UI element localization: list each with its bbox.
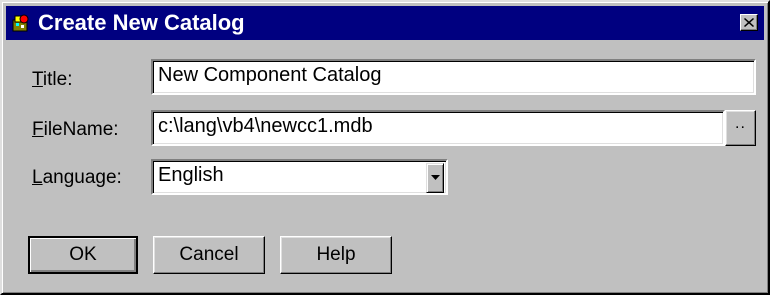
language-dropdown-button[interactable] — [426, 163, 444, 193]
catalog-app-icon — [10, 12, 32, 34]
window-title: Create New Catalog — [38, 10, 245, 35]
title-bar[interactable]: Create New Catalog — [6, 6, 764, 40]
title-input-value: New Component Catalog — [158, 64, 382, 86]
language-label: Language: — [32, 167, 122, 188]
help-button-label: Help — [316, 244, 356, 265]
cancel-button-label: Cancel — [179, 244, 239, 265]
down-arrow-icon — [431, 175, 440, 180]
cancel-button[interactable]: Cancel — [153, 236, 265, 274]
close-icon — [744, 18, 754, 27]
filename-label: FileName: — [32, 119, 119, 140]
filename-input[interactable]: c:\lang\vb4\newcc1.mdb — [151, 110, 725, 146]
filename-input-value: c:\lang\vb4\newcc1.mdb — [158, 115, 373, 137]
ok-button-label: OK — [69, 244, 97, 265]
browse-button[interactable]: .. — [725, 110, 756, 146]
ok-button[interactable]: OK — [28, 236, 138, 274]
help-button[interactable]: Help — [280, 236, 392, 274]
title-input[interactable]: New Component Catalog — [151, 59, 756, 95]
close-button[interactable] — [740, 14, 758, 31]
create-new-catalog-dialog: Create New Catalog Title: New Component … — [0, 0, 770, 295]
language-select-value: English — [158, 164, 224, 186]
browse-button-label: .. — [735, 115, 746, 132]
language-select[interactable]: English — [151, 159, 448, 195]
title-label: Title: — [32, 69, 73, 90]
